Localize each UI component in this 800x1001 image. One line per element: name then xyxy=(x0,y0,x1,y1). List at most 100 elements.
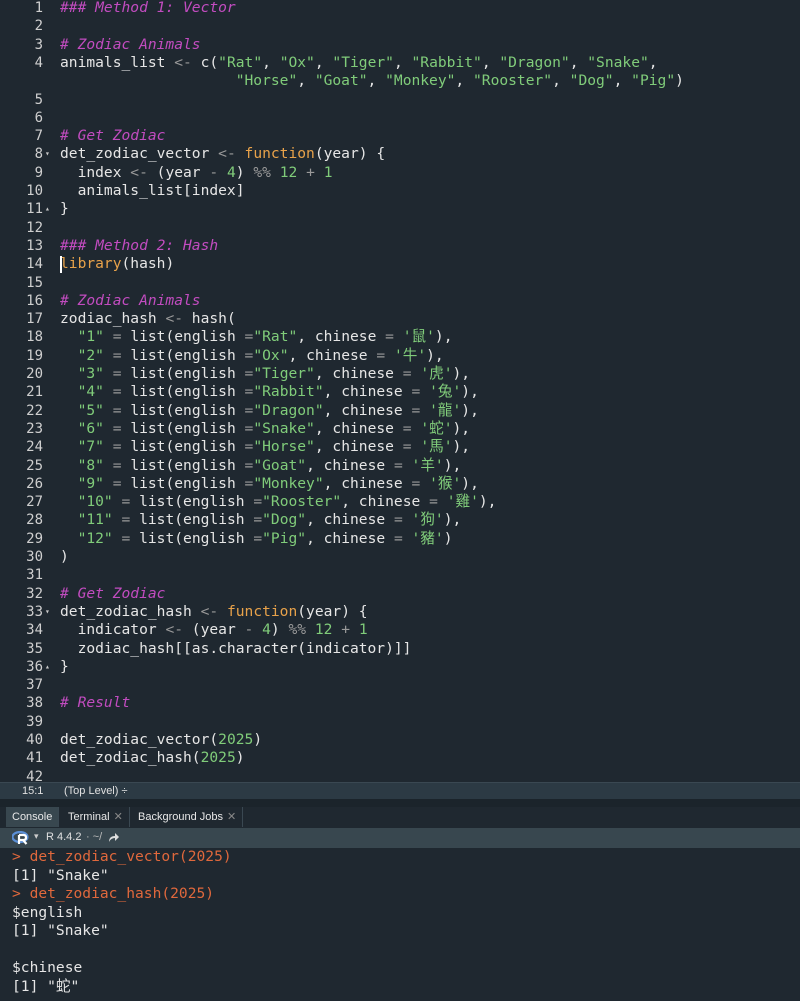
code-token: "Snake" xyxy=(587,53,649,71)
code-line: 25 "8" = list(english ="Goat", chinese =… xyxy=(0,457,800,475)
code-token: = xyxy=(376,346,386,364)
code-token: ), xyxy=(452,419,471,437)
code-line: 37 xyxy=(0,676,800,694)
code-token: , xyxy=(297,72,315,90)
code-token: "12" xyxy=(77,529,113,547)
code-token: , xyxy=(262,53,280,71)
code-token: list(english xyxy=(130,493,254,511)
code-text: animals_list <- c("Rat", "Ox", "Tiger", … xyxy=(60,54,658,72)
code-line: 29 "12" = list(english ="Pig", chinese =… xyxy=(0,530,800,548)
code-line: 22 "5" = list(english = "Dragon", chinese… xyxy=(0,402,800,420)
fold-end-icon[interactable]: ▴ xyxy=(45,658,55,676)
scope-selector[interactable]: (Top Level) ÷ xyxy=(64,785,128,797)
code-token: '兔' xyxy=(429,383,462,401)
code-token: list(english xyxy=(121,419,245,437)
code-token: ), xyxy=(443,511,462,529)
code-token: "4" xyxy=(77,383,104,401)
code-token: <- xyxy=(218,145,236,163)
code-line: 14 library(hash) xyxy=(0,255,800,273)
code-line: 35 zodiac_hash[[as.character(indicator)]… xyxy=(0,640,800,658)
chevron-down-icon[interactable]: ▾ xyxy=(34,831,39,842)
code-line: 36 ▴} xyxy=(0,658,800,676)
code-token: "Dog" xyxy=(262,511,307,529)
code-token: = xyxy=(112,401,122,419)
code-text: animals_list[index] xyxy=(60,182,245,200)
code-token: list(english xyxy=(121,438,245,456)
code-token: ), xyxy=(434,328,453,346)
code-text: "5" = list(english ="Dragon", chinese = … xyxy=(60,402,479,420)
code-token: = xyxy=(112,419,122,437)
line-number: 17 xyxy=(26,311,43,328)
code-token: ### Method 2: Hash xyxy=(60,236,219,254)
code-token: list(english xyxy=(121,328,245,346)
code-token: list(english xyxy=(121,401,245,419)
code-token: , chinese xyxy=(297,328,386,346)
tab-console[interactable]: Console xyxy=(6,807,60,827)
code-text: ### Method 1: Vector xyxy=(60,0,236,17)
code-token: "Dragon" xyxy=(253,401,324,419)
code-token: ), xyxy=(461,474,479,492)
code-token: = xyxy=(121,493,131,511)
code-text: } xyxy=(60,658,69,676)
code-token: # Zodiac Animals xyxy=(60,35,201,53)
line-number: 38 xyxy=(26,695,43,712)
fold-collapse-icon[interactable]: ▾ xyxy=(45,603,55,621)
pane-splitter[interactable] xyxy=(0,799,800,807)
code-line: 17 zodiac_hash <- hash( xyxy=(0,310,800,328)
code-token: ), xyxy=(452,365,471,382)
tab-terminal[interactable]: Terminal ✕ xyxy=(62,807,130,827)
code-line: 21 "4" = list(english = "Rabbit", chinese… xyxy=(0,383,800,401)
code-token: , chinese xyxy=(323,474,412,492)
code-token: = xyxy=(112,474,122,492)
code-token: = xyxy=(411,474,421,492)
code-token: = xyxy=(411,383,421,401)
r-logo-icon[interactable] xyxy=(12,831,30,845)
code-token: <- xyxy=(165,310,184,328)
close-icon[interactable]: ✕ xyxy=(114,811,123,823)
fold-collapse-icon[interactable]: ▾ xyxy=(45,145,55,163)
code-line: 31 xyxy=(0,566,800,584)
code-text: # Get Zodiac xyxy=(60,127,165,145)
tab-background-jobs-label: Background Jobs xyxy=(138,811,223,823)
code-text: "9" = list(english ="Monkey", chinese = … xyxy=(60,475,479,493)
line-number: 3 xyxy=(34,36,43,53)
code-token: "Rat" xyxy=(218,53,263,71)
code-line: 6 xyxy=(0,109,800,127)
code-line: 41 det_zodiac_hash(2025) xyxy=(0,749,800,767)
tab-background-jobs[interactable]: Background Jobs ✕ xyxy=(132,807,244,827)
console-output[interactable]: > det_zodiac_vector(2025) [1] "Snake" > de… xyxy=(0,848,800,1001)
code-token: "Tiger" xyxy=(332,53,394,71)
line-number: 18 xyxy=(26,329,43,346)
code-token: = xyxy=(393,529,403,547)
code-text: # Result xyxy=(60,694,130,712)
code-token: list(english xyxy=(121,365,245,382)
go-to-directory-icon[interactable] xyxy=(108,832,120,843)
code-token: = xyxy=(402,419,412,437)
code-text: zodiac_hash <- hash( xyxy=(60,310,236,328)
fold-end-icon[interactable]: ▴ xyxy=(45,200,55,218)
line-number: 11 xyxy=(26,201,43,218)
code-text: "12" = list(english ="Pig", chinese = '豬… xyxy=(60,530,453,548)
code-token: = xyxy=(411,401,421,419)
close-icon[interactable]: ✕ xyxy=(227,811,236,823)
code-token: '雞' xyxy=(446,493,479,511)
working-directory-path[interactable]: · ~/ xyxy=(86,831,102,843)
code-text: "3" = list(english ="Tiger", chinese = '… xyxy=(60,365,471,383)
code-token: = xyxy=(402,365,412,382)
code-line: 13 ### Method 2: Hash xyxy=(0,237,800,255)
line-number: 42 xyxy=(26,768,43,782)
code-token: ) xyxy=(443,529,453,547)
source-editor[interactable]: 1 ### Method 1: Vector 2 3 # Zodiac Animals 4… xyxy=(0,0,800,782)
code-line: 26 "9" = list(english = "Monkey", chinese… xyxy=(0,475,800,493)
